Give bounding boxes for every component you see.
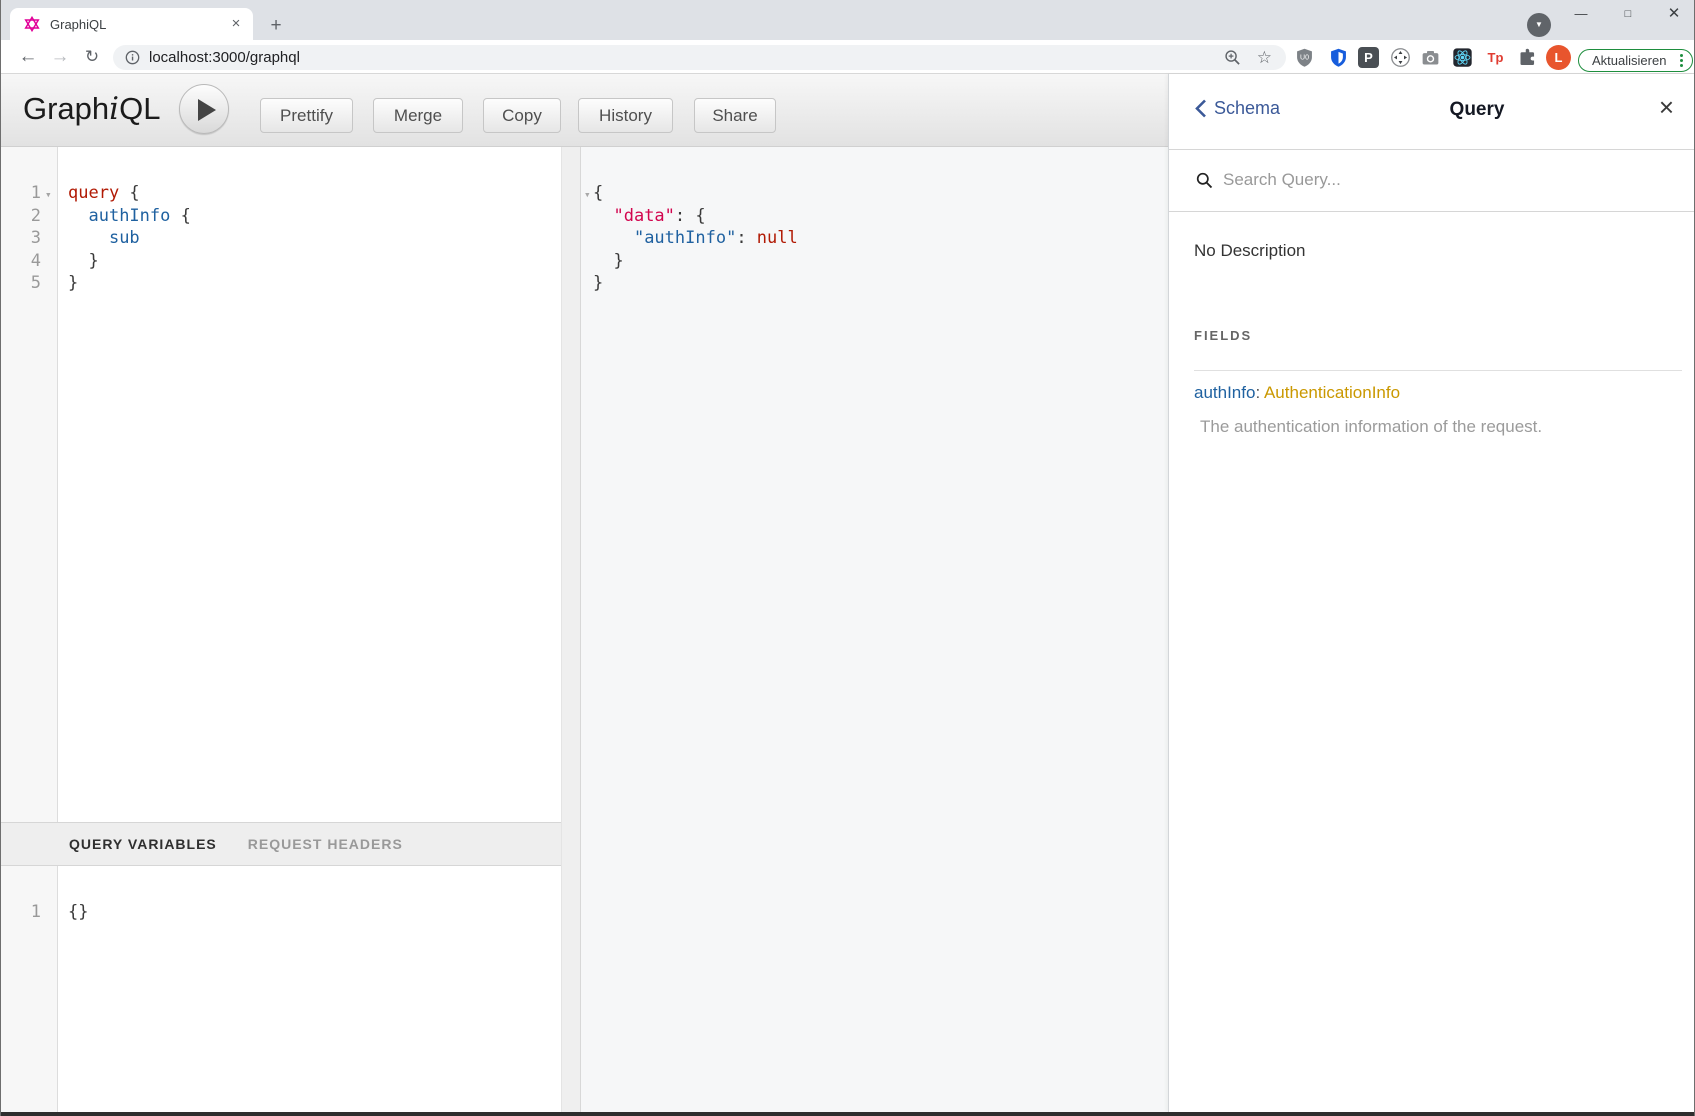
- camera-extension-icon[interactable]: [1420, 47, 1441, 68]
- query-editor[interactable]: 12345 ▾ query { authInfo { sub }}: [1, 147, 561, 822]
- variables-code[interactable]: {}: [68, 901, 88, 924]
- variables-editor-gutter: 1: [1, 866, 58, 1112]
- browser-tab-graphiql[interactable]: GraphiQL ×: [10, 8, 253, 40]
- tab-request-headers[interactable]: REQUEST HEADERS: [248, 836, 403, 852]
- tab-close-icon[interactable]: ×: [227, 15, 245, 33]
- merge-button[interactable]: Merge: [373, 98, 463, 133]
- tab-title: GraphiQL: [50, 17, 227, 32]
- pane-resizer[interactable]: [561, 147, 581, 1112]
- graphiql-logo: GraphiQL: [23, 91, 160, 127]
- doc-explorer-panel: Schema Query × No Description FIELDS aut…: [1168, 74, 1695, 1112]
- doc-search-input[interactable]: [1223, 164, 1643, 196]
- doc-field-description: The authentication information of the re…: [1200, 417, 1542, 437]
- doc-field-row: authInfo: AuthenticationInfo: [1194, 383, 1400, 403]
- search-icon: [1196, 172, 1213, 189]
- doc-no-description: No Description: [1194, 241, 1306, 261]
- fields-divider: [1194, 370, 1682, 371]
- chevron-left-icon: [1195, 99, 1207, 118]
- zoom-page-icon[interactable]: [1224, 49, 1241, 66]
- tp-extension-icon[interactable]: Tp: [1485, 47, 1506, 68]
- new-tab-button[interactable]: +: [263, 13, 289, 39]
- doc-back-link[interactable]: Schema: [1195, 98, 1280, 119]
- window-bottom-edge: [1, 1112, 1695, 1116]
- variables-editor[interactable]: 1 {}: [1, 866, 561, 1112]
- variables-title-bar: QUERY VARIABLES REQUEST HEADERS: [1, 822, 561, 866]
- result-viewer: ▾ { "data": { "authInfo": null }}: [581, 147, 1168, 1112]
- p-extension-icon[interactable]: P: [1358, 47, 1379, 68]
- react-devtools-extension-icon[interactable]: [1452, 47, 1473, 68]
- ublock-extension-icon[interactable]: U0: [1294, 47, 1315, 68]
- doc-search-box: [1169, 150, 1695, 212]
- window-close-button[interactable]: ✕: [1651, 0, 1695, 30]
- window-maximize-button[interactable]: □: [1605, 0, 1651, 30]
- update-button-label: Aktualisieren: [1592, 53, 1680, 68]
- query-editor-gutter: 12345 ▾: [1, 147, 58, 822]
- graphql-favicon-icon: [24, 16, 40, 32]
- browser-tabstrip: GraphiQL × + ▼ — □ ✕: [1, 0, 1695, 40]
- svg-text:U0: U0: [1300, 55, 1309, 62]
- reload-button[interactable]: ↻: [80, 45, 104, 69]
- type-name-link[interactable]: AuthenticationInfo: [1264, 383, 1400, 402]
- prettify-button[interactable]: Prettify: [260, 98, 353, 133]
- back-button[interactable]: ←: [16, 45, 40, 69]
- doc-close-icon[interactable]: ×: [1659, 92, 1674, 123]
- result-code: { "data": { "authInfo": null }}: [593, 182, 798, 295]
- update-button[interactable]: Aktualisieren: [1578, 49, 1693, 72]
- graphiql-topbar: GraphiQL Prettify Merge Copy History Sha…: [1, 74, 1168, 147]
- bookmark-star-icon[interactable]: ☆: [1257, 48, 1272, 68]
- update-menu-dots-icon[interactable]: [1680, 54, 1683, 67]
- doc-explorer-header: Schema Query ×: [1169, 74, 1695, 150]
- media-controls-icon[interactable]: ▼: [1527, 13, 1551, 37]
- bitwarden-extension-icon[interactable]: [1328, 47, 1349, 68]
- doc-back-label: Schema: [1214, 98, 1280, 119]
- play-icon: [198, 99, 216, 121]
- profile-avatar[interactable]: L: [1546, 45, 1571, 70]
- window-minimize-button[interactable]: —: [1558, 0, 1604, 30]
- browser-window: GraphiQL × + ▼ — □ ✕ ← → ↻ localhost:300…: [0, 0, 1695, 1116]
- move-tool-extension-icon[interactable]: [1390, 47, 1411, 68]
- result-fold-arrow-icon[interactable]: ▾: [584, 184, 591, 207]
- field-name-link[interactable]: authInfo: [1194, 383, 1255, 402]
- history-button[interactable]: History: [578, 98, 673, 133]
- forward-button[interactable]: →: [48, 45, 72, 69]
- extensions-puzzle-icon[interactable]: [1517, 47, 1538, 68]
- address-bar[interactable]: localhost:3000/graphql ☆: [113, 45, 1286, 70]
- copy-button[interactable]: Copy: [483, 98, 561, 133]
- tab-query-variables[interactable]: QUERY VARIABLES: [69, 836, 217, 852]
- execute-query-button[interactable]: [179, 84, 229, 134]
- url-text[interactable]: localhost:3000/graphql: [149, 49, 1224, 66]
- query-line-numbers: 12345: [1, 182, 41, 295]
- doc-fields-heading: FIELDS: [1194, 328, 1252, 343]
- variables-line-numbers: 1: [1, 901, 41, 924]
- fold-arrow-icon[interactable]: ▾: [45, 184, 52, 207]
- doc-title: Query: [1450, 99, 1505, 121]
- share-button[interactable]: Share: [694, 98, 776, 133]
- query-code[interactable]: query { authInfo { sub }}: [68, 182, 191, 295]
- site-info-icon[interactable]: [125, 50, 140, 65]
